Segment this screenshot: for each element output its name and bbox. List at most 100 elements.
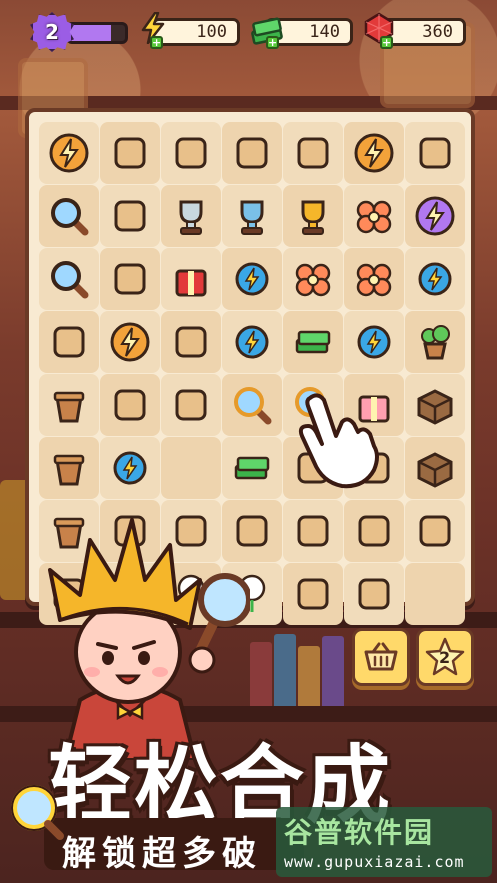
- empty-slot: [413, 572, 457, 616]
- bucket-icon[interactable]: [291, 509, 335, 553]
- board-cell[interactable]: [405, 500, 465, 562]
- lightning-orb-icon[interactable]: [352, 131, 396, 175]
- broken-puzzle-piece-icon[interactable]: [108, 131, 152, 175]
- green-box-icon[interactable]: [413, 509, 457, 553]
- photo-frame-icon[interactable]: [169, 131, 213, 175]
- board-cell[interactable]: [222, 185, 282, 247]
- magnifier-small-icon[interactable]: [47, 194, 91, 238]
- board-cell[interactable]: [283, 563, 343, 625]
- board-cell[interactable]: [405, 311, 465, 373]
- flower-bow-badge-icon[interactable]: [352, 194, 396, 238]
- spyglass-icon[interactable]: [108, 257, 152, 301]
- board-cell[interactable]: [222, 374, 282, 436]
- purple-car-icon[interactable]: [352, 572, 396, 616]
- board-cell[interactable]: [100, 437, 160, 499]
- cash-stack-icon[interactable]: [291, 320, 335, 364]
- board-cell[interactable]: [161, 374, 221, 436]
- board-cell[interactable]: [344, 248, 404, 310]
- board-cell[interactable]: [39, 248, 99, 310]
- board-cell[interactable]: [344, 563, 404, 625]
- board-cell[interactable]: [405, 122, 465, 184]
- potted-plant-icon[interactable]: [413, 320, 457, 364]
- board-cell[interactable]: [161, 311, 221, 373]
- board-cell[interactable]: [405, 248, 465, 310]
- star-reward-button[interactable]: 2: [416, 628, 474, 686]
- board-cell[interactable]: [283, 122, 343, 184]
- basket-icon: [364, 642, 398, 671]
- add-cash-button[interactable]: +: [266, 36, 279, 49]
- board-cell[interactable]: [222, 437, 282, 499]
- board-cell[interactable]: [344, 500, 404, 562]
- board-cell[interactable]: [405, 563, 465, 625]
- add-energy-button[interactable]: +: [150, 36, 163, 49]
- energy-coin-icon[interactable]: [413, 257, 457, 301]
- board-cell[interactable]: [100, 374, 160, 436]
- board-cell[interactable]: [283, 500, 343, 562]
- board-cell[interactable]: [161, 185, 221, 247]
- energy-coin-icon[interactable]: [352, 320, 396, 364]
- board-cell[interactable]: [100, 122, 160, 184]
- board-cell[interactable]: [344, 185, 404, 247]
- crate-icon[interactable]: [413, 383, 457, 427]
- magnifier-blue-icon[interactable]: [47, 257, 91, 301]
- board-cell[interactable]: [222, 122, 282, 184]
- crate-icon[interactable]: [413, 446, 457, 490]
- board-cell[interactable]: [39, 185, 99, 247]
- headline: 轻松合成: [48, 736, 393, 834]
- board-cell[interactable]: [283, 311, 343, 373]
- star-count: 2: [439, 648, 451, 667]
- wanted-poster-$50-icon[interactable]: [230, 131, 274, 175]
- site-watermark: 谷普软件园 www.gupuxiazai.com: [276, 807, 492, 877]
- clay-pot-icon[interactable]: [47, 383, 91, 427]
- crystal-ball-icon[interactable]: [108, 194, 152, 238]
- water-bucket-icon[interactable]: [352, 509, 396, 553]
- cash-value: 140: [309, 22, 340, 42]
- board-cell[interactable]: [283, 185, 343, 247]
- trophy-gold-icon[interactable]: [291, 194, 335, 238]
- barrier-icon[interactable]: [108, 383, 152, 427]
- pinwheel-red-icon[interactable]: [291, 257, 335, 301]
- motorcycle-icon[interactable]: [291, 572, 335, 616]
- board-cell[interactable]: [161, 122, 221, 184]
- flower-bow-badge-icon[interactable]: [352, 257, 396, 301]
- shop-basket-button[interactable]: [352, 628, 410, 686]
- wood-folder-icon[interactable]: [291, 131, 335, 175]
- energy-value: 100: [196, 22, 227, 42]
- board-cell[interactable]: [405, 374, 465, 436]
- board-cell[interactable]: [39, 311, 99, 373]
- trophy-silver-icon[interactable]: [169, 194, 213, 238]
- paper-scrap-icon[interactable]: [47, 320, 91, 364]
- energy-coin-icon[interactable]: [230, 257, 274, 301]
- energy-coin-icon[interactable]: [108, 446, 152, 490]
- lightning-orb-icon[interactable]: [108, 320, 152, 364]
- gift-box-red-icon[interactable]: [169, 257, 213, 301]
- board-cell[interactable]: [222, 311, 282, 373]
- board-cell[interactable]: [100, 248, 160, 310]
- magnifier-gold-icon[interactable]: [230, 383, 274, 427]
- glass-vase-icon[interactable]: [169, 383, 213, 427]
- board-cell[interactable]: [344, 122, 404, 184]
- telescope-ticket-icon[interactable]: [413, 131, 457, 175]
- lightning-orb-icon[interactable]: [47, 131, 91, 175]
- xp-progress-fill: [69, 25, 111, 41]
- lightning-orb-purple-icon[interactable]: [413, 194, 457, 238]
- energy-coin-icon[interactable]: [230, 320, 274, 364]
- board-cell[interactable]: [405, 185, 465, 247]
- board-cell[interactable]: [222, 248, 282, 310]
- board-cell[interactable]: [161, 248, 221, 310]
- board-cell[interactable]: [39, 437, 99, 499]
- board-cell[interactable]: [283, 248, 343, 310]
- clay-pot-icon[interactable]: [47, 446, 91, 490]
- board-cell[interactable]: [39, 374, 99, 436]
- xp-progress-bar: [66, 22, 128, 44]
- board-cell[interactable]: [344, 311, 404, 373]
- board-cell[interactable]: [161, 437, 221, 499]
- footprints-icon[interactable]: [169, 320, 213, 364]
- board-cell[interactable]: [100, 185, 160, 247]
- board-cell[interactable]: [100, 311, 160, 373]
- add-gems-button[interactable]: +: [380, 36, 393, 49]
- trophy-blue-icon[interactable]: [230, 194, 274, 238]
- cash-stack-icon[interactable]: [230, 446, 274, 490]
- board-cell[interactable]: [405, 437, 465, 499]
- board-cell[interactable]: [39, 122, 99, 184]
